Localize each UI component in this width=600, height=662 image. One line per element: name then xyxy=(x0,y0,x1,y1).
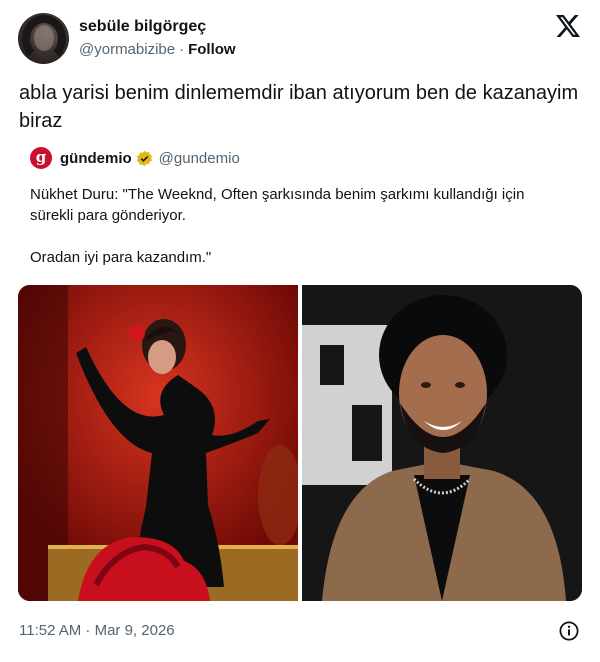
x-logo-icon[interactable] xyxy=(556,15,580,37)
quoted-paragraph-1: Nükhet Duru: "The Weeknd, Often şarkısın… xyxy=(30,186,525,224)
media-grid xyxy=(18,285,582,601)
follow-button[interactable]: Follow xyxy=(188,41,236,58)
avatar-face xyxy=(34,25,54,51)
quoted-tweet-text: Nükhet Duru: "The Weeknd, Often şarkısın… xyxy=(30,184,570,268)
gundemio-logo-icon[interactable]: g xyxy=(30,147,52,169)
quoted-tweet-header: g gündemio @gundemio xyxy=(18,146,583,170)
portrait-illustration xyxy=(302,285,582,601)
verified-badge-icon xyxy=(136,150,152,166)
tweet-text: abla yarisi benim dinlememdir iban atıyo… xyxy=(19,82,579,132)
author-handle-row: @yormabizibe · Follow xyxy=(79,41,236,58)
author-name[interactable]: sebüle bilgörgeç xyxy=(79,18,206,36)
separator-dot: · xyxy=(179,41,185,58)
quoted-paragraph-2: Oradan iyi para kazandım." xyxy=(30,249,212,266)
singer-on-stage-photo[interactable] xyxy=(18,285,298,601)
singer-illustration xyxy=(18,285,298,601)
quoted-tweet[interactable]: g gündemio @gundemio Nükhet Duru: "The W… xyxy=(18,146,583,268)
author-handle[interactable]: @yormabizibe xyxy=(79,41,175,58)
tweet-timestamp[interactable]: 11:52 AM · Mar 9, 2026 xyxy=(19,622,175,639)
quoted-author-name[interactable]: gündemio xyxy=(60,150,132,167)
man-smiling-portrait-photo[interactable] xyxy=(302,285,582,601)
info-icon[interactable] xyxy=(559,621,579,641)
quoted-author-handle[interactable]: @gundemio xyxy=(159,150,240,167)
author-avatar[interactable] xyxy=(18,13,69,64)
